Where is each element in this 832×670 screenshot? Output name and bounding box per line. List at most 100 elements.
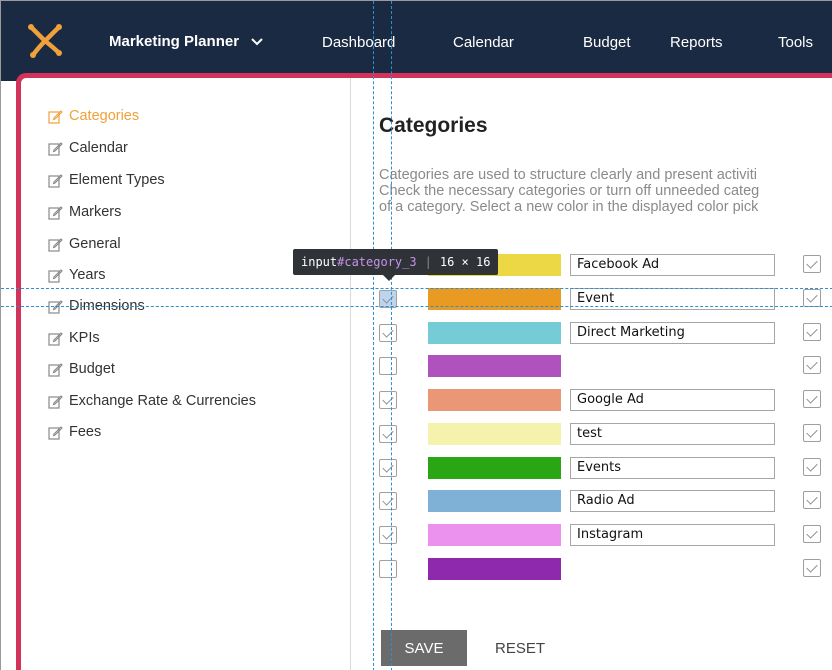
inspector-guide-horizontal — [1, 288, 832, 289]
category-enabled-checkbox[interactable] — [803, 424, 821, 442]
color-swatch[interactable] — [428, 524, 561, 546]
nav-link-dashboard[interactable]: Dashboard — [322, 34, 395, 51]
category-row: Instagram — [377, 523, 832, 547]
category-name-input[interactable]: test — [570, 423, 775, 445]
category-row: Direct Marketing — [377, 321, 832, 345]
nav-link-tools[interactable]: Tools — [778, 34, 813, 51]
color-swatch[interactable] — [428, 423, 561, 445]
description-line: of a category. Select a new color in the… — [379, 199, 759, 215]
inspector-guide-horizontal — [1, 306, 832, 307]
category-row: Events — [377, 456, 832, 480]
category-enabled-checkbox[interactable] — [803, 255, 821, 273]
reset-button[interactable]: RESET — [495, 630, 555, 666]
inspector-guide-vertical — [391, 1, 392, 670]
category-enabled-checkbox[interactable] — [803, 356, 821, 374]
tooltip-tag: input — [301, 255, 338, 269]
tooltip-id: #category_3 — [337, 255, 417, 269]
category-enabled-checkbox[interactable] — [803, 458, 821, 476]
inspector-tooltip: input#category_3 | 16 × 16 — [293, 249, 499, 275]
edit-icon — [48, 205, 63, 220]
category-name-input[interactable]: Events — [570, 457, 775, 479]
brand-label: Marketing Planner — [109, 33, 240, 50]
category-row — [377, 557, 832, 581]
sidebar-item-categories[interactable]: Categories — [48, 108, 139, 124]
description-line: Categories are used to structure clearly… — [379, 167, 757, 183]
color-swatch[interactable] — [428, 558, 561, 580]
sidebar-item-label: Element Types — [69, 172, 165, 188]
edit-icon — [48, 173, 63, 188]
category-name-input[interactable]: Radio Ad — [570, 490, 775, 512]
edit-icon — [48, 141, 63, 156]
edit-icon — [48, 268, 63, 283]
edit-icon — [48, 331, 63, 346]
inspector-tooltip-arrow — [383, 275, 395, 281]
tooltip-size: 16 × 16 — [439, 255, 491, 269]
chevron-down-icon — [251, 37, 263, 45]
category-enabled-checkbox[interactable] — [803, 390, 821, 408]
category-enabled-checkbox[interactable] — [803, 559, 821, 577]
category-enabled-checkbox[interactable] — [803, 491, 821, 509]
sidebar-item-label: Budget — [69, 361, 115, 377]
settings-sidebar: Categories Calendar Element Types Marker… — [21, 78, 351, 670]
nav-link-budget[interactable]: Budget — [583, 34, 631, 51]
category-checkbox[interactable] — [379, 492, 397, 510]
sidebar-item-fees[interactable]: Fees — [48, 424, 101, 440]
sidebar-item-markers[interactable]: Markers — [48, 204, 121, 220]
category-checkbox[interactable] — [379, 425, 397, 443]
nav-link-calendar[interactable]: Calendar — [453, 34, 514, 51]
nav-link-reports[interactable]: Reports — [670, 34, 723, 51]
category-enabled-checkbox[interactable] — [803, 289, 821, 307]
category-name-input[interactable]: Google Ad — [570, 389, 775, 411]
sidebar-item-label: Calendar — [69, 140, 128, 156]
category-row: Radio Ad — [377, 489, 832, 513]
edit-icon — [48, 394, 63, 409]
category-name-input[interactable]: Direct Marketing — [570, 322, 775, 344]
sidebar-item-label: Markers — [69, 204, 122, 220]
inspector-guide-vertical — [373, 1, 374, 670]
category-row — [377, 354, 832, 378]
category-checkbox[interactable] — [379, 391, 397, 409]
page-description: Categories are used to structure clearly… — [379, 167, 832, 215]
category-name-input[interactable]: Facebook Ad — [570, 254, 775, 276]
category-checkbox[interactable] — [379, 357, 397, 375]
category-checkbox[interactable] — [379, 324, 397, 342]
category-row: Google Ad — [377, 388, 832, 412]
sidebar-item-element-types[interactable]: Element Types — [48, 172, 165, 188]
sidebar-item-label: KPIs — [69, 330, 100, 346]
category-checkbox[interactable] — [379, 459, 397, 477]
sidebar-item-label: General — [69, 236, 121, 252]
category-enabled-checkbox[interactable] — [803, 525, 821, 543]
logo-icon[interactable] — [25, 21, 65, 61]
description-line: Check the necessary categories or turn o… — [379, 183, 760, 199]
edit-icon — [48, 425, 63, 440]
sidebar-item-general[interactable]: General — [48, 236, 121, 252]
color-swatch[interactable] — [428, 389, 561, 411]
categories-main: Categories Categories are used to struct… — [377, 78, 832, 670]
category-row: test — [377, 422, 832, 446]
category-enabled-checkbox[interactable] — [803, 323, 821, 341]
color-swatch[interactable] — [428, 490, 561, 512]
save-button[interactable]: SAVE — [381, 630, 467, 666]
sidebar-item-label: Categories — [69, 108, 140, 124]
color-swatch[interactable] — [428, 457, 561, 479]
sidebar-item-label: Exchange Rate & Currencies — [69, 393, 256, 409]
content-panel: Categories Calendar Element Types Marker… — [16, 73, 832, 670]
sidebar-item-exchange-rate[interactable]: Exchange Rate & Currencies — [48, 393, 256, 409]
page-title: Categories — [379, 114, 488, 137]
brand-menu[interactable]: Marketing Planner — [109, 33, 265, 50]
edit-icon — [48, 362, 63, 377]
sidebar-item-years[interactable]: Years — [48, 267, 106, 283]
sidebar-item-kpis[interactable]: KPIs — [48, 330, 100, 346]
app-window: Marketing Planner Dashboard Calendar Bud… — [0, 0, 832, 670]
edit-icon — [48, 237, 63, 252]
category-name-input[interactable]: Instagram — [570, 524, 775, 546]
sidebar-item-calendar[interactable]: Calendar — [48, 140, 128, 156]
color-swatch[interactable] — [428, 322, 561, 344]
color-swatch[interactable] — [428, 355, 561, 377]
category-checkbox[interactable] — [379, 560, 397, 578]
sidebar-item-label: Years — [69, 267, 106, 283]
category-checkbox[interactable] — [379, 526, 397, 544]
sidebar-item-label: Fees — [69, 424, 102, 440]
sidebar-item-budget[interactable]: Budget — [48, 361, 115, 377]
top-navigation: Marketing Planner Dashboard Calendar Bud… — [1, 1, 832, 81]
